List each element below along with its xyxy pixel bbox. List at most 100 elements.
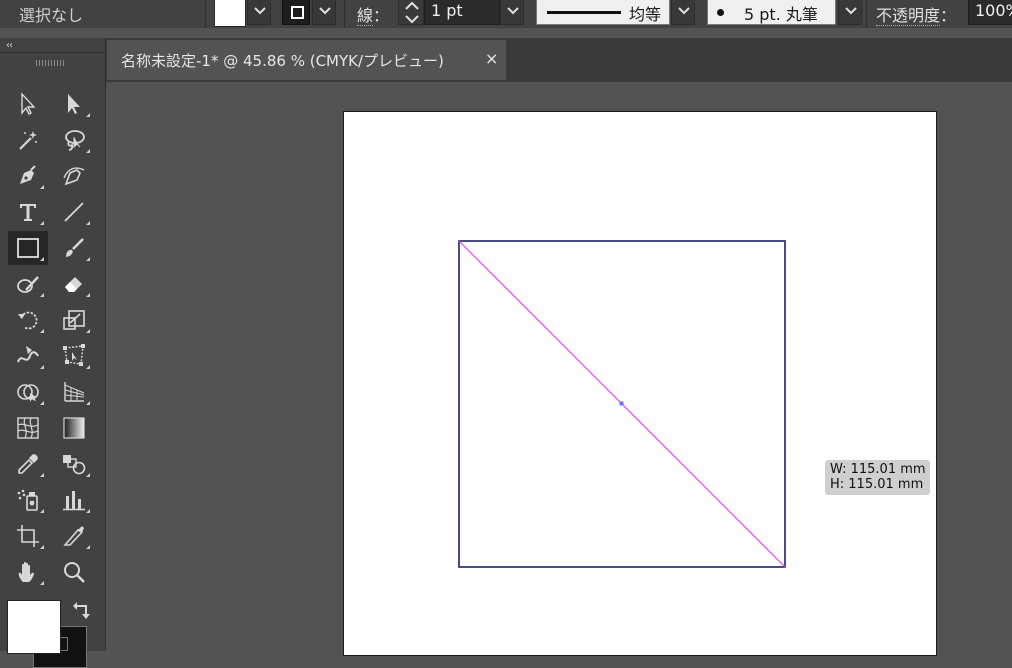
warp-tool[interactable] bbox=[8, 339, 48, 373]
opacity-label-colon: ： bbox=[940, 6, 957, 25]
profile-label: 均等 bbox=[629, 5, 662, 24]
free-transform-icon bbox=[63, 344, 85, 366]
rectangle-drawing[interactable] bbox=[457, 239, 787, 569]
scale-tool[interactable] bbox=[54, 303, 94, 337]
tool-group-indicator bbox=[86, 113, 90, 117]
tool-group-indicator bbox=[40, 293, 44, 297]
zoom-tool[interactable] bbox=[54, 555, 94, 589]
opacity-input[interactable]: 100% bbox=[968, 0, 1012, 25]
symbol-sprayer-tool[interactable] bbox=[8, 483, 48, 517]
direct-selection-tool[interactable] bbox=[54, 87, 94, 121]
separator bbox=[344, 0, 345, 28]
stroke-swatch-inner bbox=[291, 6, 304, 19]
direct-selection-arrow-icon bbox=[68, 94, 80, 114]
lasso-tool[interactable] bbox=[54, 123, 94, 157]
selection-status: 選択なし bbox=[19, 6, 84, 25]
stroke-label[interactable]: 線 bbox=[357, 6, 374, 26]
fill-dropdown-button[interactable] bbox=[247, 0, 271, 25]
selection-arrow-icon bbox=[21, 92, 36, 115]
line-segment-tool[interactable] bbox=[54, 195, 94, 229]
mesh-tool[interactable] bbox=[8, 411, 48, 445]
magic-wand-tool[interactable] bbox=[8, 123, 48, 157]
paintbrush-icon bbox=[66, 238, 84, 257]
tool-group-indicator bbox=[86, 473, 90, 477]
brush-definition[interactable]: 5 pt. 丸筆 bbox=[707, 0, 836, 25]
tool-group-indicator bbox=[40, 365, 44, 369]
eraser-icon bbox=[65, 277, 82, 292]
artboard-tool[interactable] bbox=[8, 519, 48, 553]
line-segment-icon bbox=[64, 202, 84, 222]
separator bbox=[866, 0, 867, 28]
stroke-weight-dropdown[interactable] bbox=[500, 0, 524, 25]
blend-icon bbox=[63, 455, 86, 475]
eyedropper-tool[interactable] bbox=[8, 447, 48, 481]
pen-nib-icon bbox=[20, 165, 36, 184]
fill-proxy[interactable] bbox=[7, 600, 61, 654]
document-tab[interactable]: 名称未設定-1* @ 45.86 % (CMYK/プレビュー) × bbox=[107, 40, 506, 80]
pen-tool[interactable] bbox=[8, 159, 48, 193]
rectangle-tool[interactable] bbox=[8, 231, 48, 265]
magic-wand-icon bbox=[19, 131, 37, 150]
tool-group-indicator bbox=[86, 293, 90, 297]
opacity-label[interactable]: 不透明度 bbox=[876, 6, 941, 26]
scale-icon bbox=[63, 310, 85, 330]
chevron-down-icon bbox=[319, 7, 331, 15]
stroke-label-colon: ： bbox=[373, 6, 390, 25]
tool-group-indicator bbox=[86, 149, 90, 153]
tool-group-indicator bbox=[86, 365, 90, 369]
column-graph-tool[interactable] bbox=[54, 483, 94, 517]
tool-group-indicator bbox=[40, 401, 44, 405]
tooltip-width: W: 115.01 mm bbox=[830, 462, 926, 477]
shape-builder-tool[interactable] bbox=[8, 375, 48, 409]
hand-icon bbox=[18, 561, 34, 582]
tool-group-indicator bbox=[40, 185, 44, 189]
tool-group-indicator bbox=[86, 257, 90, 261]
stroke-weight-input[interactable]: 1 pt bbox=[424, 0, 500, 25]
tooltip-height: H: 115.01 mm bbox=[830, 477, 924, 492]
zoom-magnifier-icon bbox=[64, 562, 85, 583]
stroke-panel-link[interactable]: 線： bbox=[357, 2, 389, 26]
gradient-tool[interactable] bbox=[54, 411, 94, 445]
document-tab-title[interactable]: 名称未設定-1* @ 45.86 % (CMYK/プレビュー) bbox=[121, 50, 444, 71]
paintbrush-tool[interactable] bbox=[54, 231, 94, 265]
chevron-down-icon bbox=[845, 7, 857, 15]
collapse-panel-button[interactable]: ‹‹ bbox=[6, 40, 13, 51]
slice-tool[interactable] bbox=[54, 519, 94, 553]
stepper-arrows-icon bbox=[405, 1, 419, 24]
stroke-weight-stepper[interactable] bbox=[398, 0, 424, 25]
tools-panel: ‹‹ bbox=[0, 38, 106, 668]
tool-group-indicator bbox=[86, 545, 90, 549]
slice-knife-icon bbox=[63, 526, 84, 546]
brush-dropdown[interactable] bbox=[838, 0, 862, 25]
tool-group-indicator bbox=[40, 581, 44, 585]
curvature-tool[interactable] bbox=[54, 159, 94, 193]
lasso-icon bbox=[65, 130, 85, 151]
perspective-grid-icon bbox=[64, 382, 85, 402]
tool-group-indicator bbox=[86, 221, 90, 225]
profile-line-preview bbox=[547, 11, 621, 14]
eyedropper-icon bbox=[18, 454, 38, 474]
selection-tool[interactable] bbox=[8, 87, 48, 121]
fill-color-swatch[interactable] bbox=[214, 0, 246, 27]
variable-width-profile[interactable]: 均等 bbox=[536, 0, 670, 25]
stroke-color-swatch[interactable] bbox=[282, 0, 310, 25]
shape-builder-icon bbox=[17, 384, 39, 402]
panel-grip[interactable] bbox=[36, 60, 64, 66]
shaper-tool[interactable] bbox=[8, 267, 48, 301]
opacity-panel-link[interactable]: 不透明度： bbox=[876, 2, 956, 26]
type-tool[interactable] bbox=[8, 195, 48, 229]
rectangle-icon bbox=[17, 238, 39, 258]
hand-tool[interactable] bbox=[8, 555, 48, 589]
perspective-grid-tool[interactable] bbox=[54, 375, 94, 409]
eraser-tool[interactable] bbox=[54, 267, 94, 301]
blend-tool[interactable] bbox=[54, 447, 94, 481]
stroke-dropdown-button[interactable] bbox=[312, 0, 336, 25]
free-transform-tool[interactable] bbox=[54, 339, 94, 373]
close-tab-icon[interactable]: × bbox=[485, 49, 498, 68]
brush-label: 5 pt. 丸筆 bbox=[744, 5, 818, 24]
profile-dropdown[interactable] bbox=[671, 0, 695, 25]
swap-fill-stroke-icon[interactable] bbox=[72, 600, 92, 620]
column-graph-icon bbox=[63, 491, 85, 511]
separator bbox=[205, 0, 206, 28]
rotate-tool[interactable] bbox=[8, 303, 48, 337]
